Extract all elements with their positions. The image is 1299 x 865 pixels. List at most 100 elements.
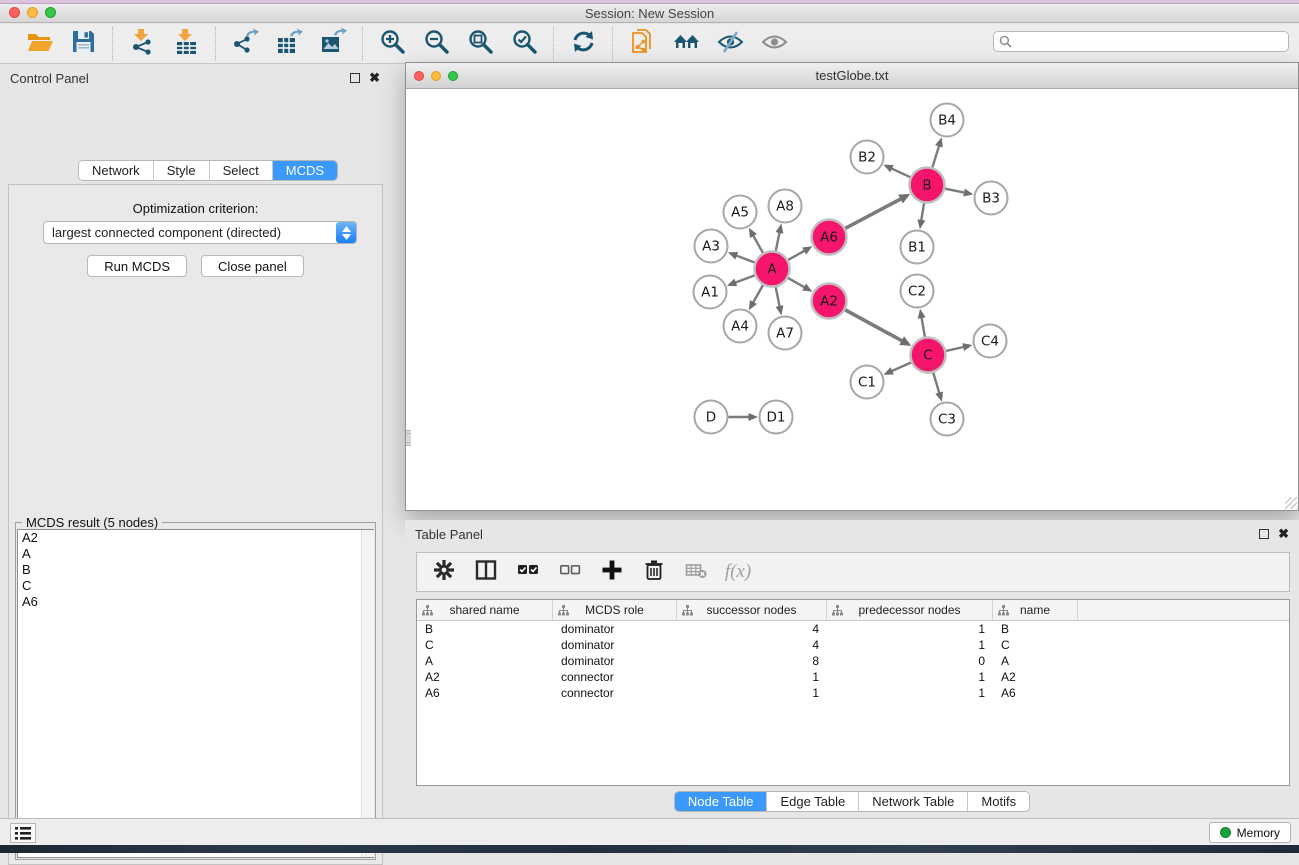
table-row[interactable]: A2connector11A2	[417, 669, 1289, 685]
network-graph[interactable]: B4B2BB3A8A5A6A3B1AC2A1A2A4A7C4CC1C3DD1	[406, 89, 1298, 510]
column-header-name[interactable]: name	[993, 600, 1078, 620]
close-window-button[interactable]	[9, 7, 20, 18]
show-columns-button[interactable]	[473, 559, 499, 585]
import-table-button[interactable]	[171, 29, 201, 59]
new-network-from-file-button[interactable]	[627, 29, 657, 59]
mcds-result-item[interactable]: B	[18, 562, 373, 578]
minimize-window-button[interactable]	[27, 7, 38, 18]
graph-edge[interactable]	[788, 250, 806, 260]
delete-table-button[interactable]	[683, 559, 709, 585]
import-network-button[interactable]	[127, 29, 157, 59]
graph-edge[interactable]	[921, 316, 925, 337]
optimization-criterion-dropdown[interactable]: largest connected component (directed)	[43, 221, 357, 244]
graph-edge[interactable]	[845, 198, 902, 228]
apply-layout-button[interactable]	[568, 29, 598, 59]
mcds-result-list[interactable]: A2ABCA6	[17, 529, 374, 858]
deselect-all-columns-button[interactable]	[557, 559, 583, 585]
node-label: B2	[858, 150, 876, 166]
save-session-button[interactable]	[68, 29, 98, 59]
zoom-out-button[interactable]	[421, 29, 451, 59]
table-row[interactable]: Bdominator41B	[417, 621, 1289, 637]
graph-edge[interactable]	[845, 310, 903, 342]
tab-motifs[interactable]: Motifs	[968, 792, 1029, 811]
column-header-successor-nodes[interactable]: successor nodes	[677, 600, 827, 620]
mcds-result-item[interactable]: A6	[18, 594, 373, 610]
graph-edge[interactable]	[945, 189, 966, 193]
zoom-in-button[interactable]	[377, 29, 407, 59]
dropdown-stepper-icon	[336, 222, 356, 243]
table-row[interactable]: Cdominator41C	[417, 637, 1289, 653]
mcds-result-item[interactable]: A	[18, 546, 373, 562]
close-panel-icon[interactable]: ✖	[369, 73, 380, 83]
graph-edge[interactable]	[890, 362, 911, 371]
create-column-button[interactable]	[599, 559, 625, 585]
edge-arrowhead	[776, 305, 784, 315]
table-tabs: Node TableEdge TableNetwork TableMotifs	[674, 791, 1030, 812]
graph-edge[interactable]	[776, 287, 780, 308]
tab-network[interactable]: Network	[79, 161, 154, 180]
home-button[interactable]	[671, 29, 701, 59]
table-options-button[interactable]	[431, 559, 457, 585]
mcds-result-item[interactable]: A2	[18, 530, 373, 546]
window-resize-grip[interactable]	[1285, 497, 1297, 509]
graph-edge[interactable]	[933, 373, 939, 395]
mcds-result-item[interactable]: C	[18, 578, 373, 594]
run-mcds-button[interactable]: Run MCDS	[87, 255, 187, 277]
toolbar-group	[216, 29, 362, 59]
table-cell: A2	[993, 670, 1078, 684]
close-panel-button[interactable]: Close panel	[201, 255, 304, 277]
edge-arrowhead	[918, 309, 926, 319]
zoom-window-button[interactable]	[45, 7, 56, 18]
tab-mcds[interactable]: MCDS	[273, 161, 337, 180]
network-close-button[interactable]	[414, 71, 424, 81]
tab-node-table[interactable]: Node Table	[675, 792, 768, 811]
table-row[interactable]: A6connector11A6	[417, 685, 1289, 701]
canvas-left-grip[interactable]	[406, 430, 411, 446]
network-window-titlebar[interactable]: testGlobe.txt	[406, 63, 1298, 89]
open-session-button[interactable]	[24, 29, 54, 59]
column-header-MCDS-role[interactable]: MCDS role	[553, 600, 677, 620]
export-network-button[interactable]	[230, 29, 260, 59]
close-table-panel-icon[interactable]: ✖	[1278, 529, 1289, 539]
column-label: MCDS role	[585, 603, 644, 617]
network-canvas[interactable]: B4B2BB3A8A5A6A3B1AC2A1A2A4A7C4CC1C3DD1	[406, 89, 1298, 510]
float-table-panel-icon[interactable]	[1259, 529, 1269, 539]
select-all-columns-button[interactable]	[515, 559, 541, 585]
export-table-button[interactable]	[274, 29, 304, 59]
graph-edge[interactable]	[890, 168, 910, 177]
search-input[interactable]	[993, 31, 1289, 52]
memory-button[interactable]: Memory	[1209, 822, 1291, 843]
export-image-button[interactable]	[318, 29, 348, 59]
graph-edge[interactable]	[921, 203, 924, 222]
graph-edge[interactable]	[735, 255, 755, 262]
task-history-button[interactable]	[10, 823, 36, 843]
function-builder-button[interactable]: f(x)	[725, 559, 751, 585]
tab-style[interactable]: Style	[154, 161, 210, 180]
network-zoom-button[interactable]	[448, 71, 458, 81]
tab-select[interactable]: Select	[210, 161, 273, 180]
mcds-result-scrollbar[interactable]	[361, 530, 374, 857]
export-network-icon	[232, 28, 259, 60]
graph-edge[interactable]	[734, 275, 755, 283]
table-cell: 1	[827, 622, 993, 636]
column-header-predecessor-nodes[interactable]: predecessor nodes	[827, 600, 993, 620]
graph-edge[interactable]	[776, 231, 780, 251]
graph-edge[interactable]	[752, 234, 762, 253]
graph-edge[interactable]	[932, 144, 939, 167]
hide-selected-button[interactable]	[715, 29, 745, 59]
graph-edge[interactable]	[752, 285, 762, 304]
graph-edge[interactable]	[946, 347, 965, 351]
delete-column-button[interactable]	[641, 559, 667, 585]
zoom-fit-button[interactable]	[465, 29, 495, 59]
zoom-selected-button[interactable]	[509, 29, 539, 59]
table-row[interactable]: Adominator80A	[417, 653, 1289, 669]
table-cell: C	[417, 638, 553, 652]
tab-network-table[interactable]: Network Table	[859, 792, 968, 811]
tab-edge-table[interactable]: Edge Table	[767, 792, 859, 811]
show-all-button[interactable]	[759, 29, 789, 59]
table-cell: 4	[677, 638, 827, 652]
column-header-shared-name[interactable]: shared name	[417, 600, 553, 620]
network-minimize-button[interactable]	[431, 71, 441, 81]
graph-edge[interactable]	[788, 278, 806, 288]
float-panel-icon[interactable]	[350, 73, 360, 83]
